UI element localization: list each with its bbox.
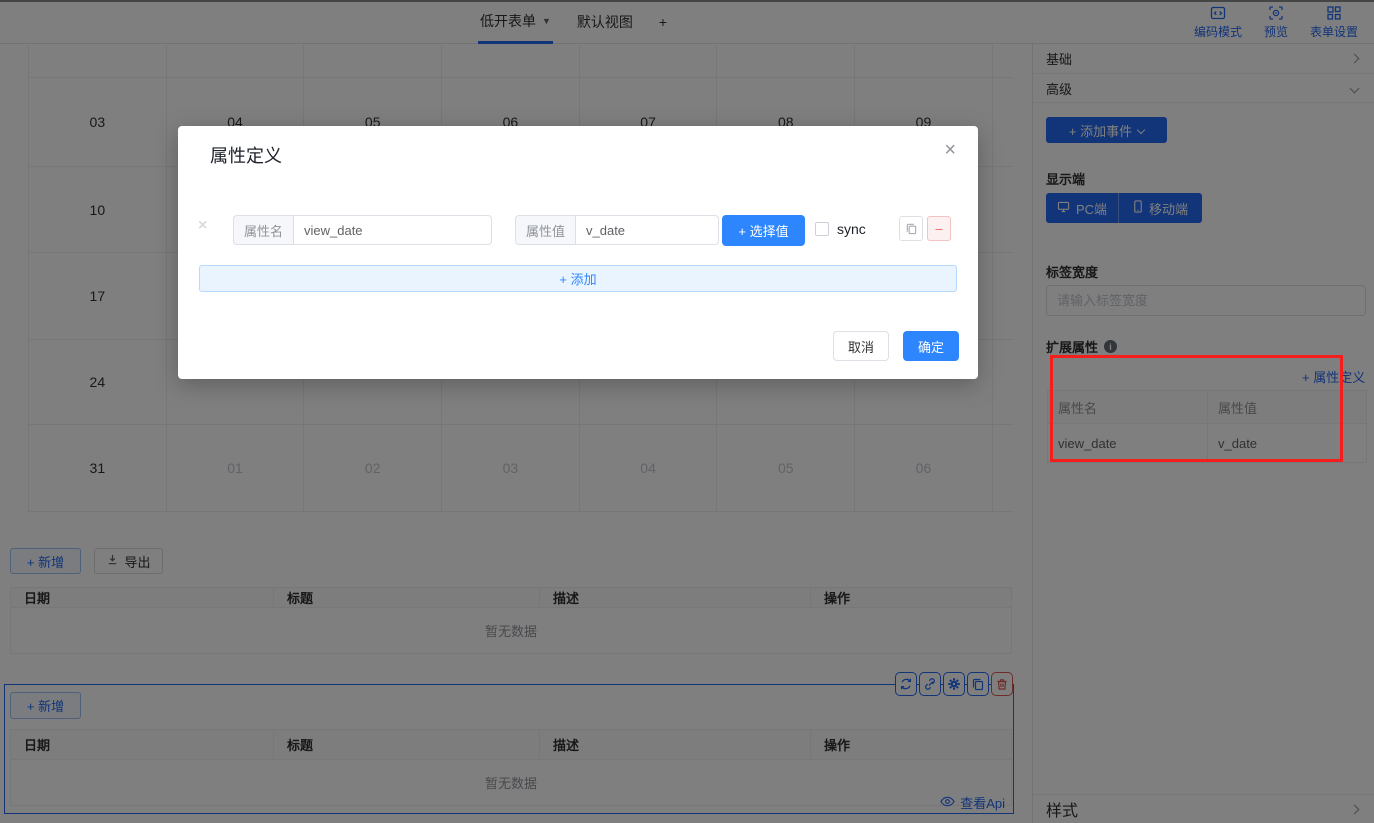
confirm-label: 确定 (918, 337, 944, 356)
select-value-label: + 选择值 (738, 221, 788, 240)
add-property-row-button[interactable]: + 添加 (199, 265, 957, 292)
remove-row-icon[interactable]: × (198, 217, 207, 235)
modal-overlay-mask (0, 0, 1374, 823)
select-value-button[interactable]: + 选择值 (722, 215, 805, 246)
prop-name-addon: 属性名 (233, 215, 293, 245)
prop-name-group: 属性名 (233, 215, 492, 245)
copy-row-button[interactable] (899, 216, 923, 241)
close-icon[interactable]: × (944, 140, 956, 160)
dialog-title: 属性定义 (210, 142, 282, 168)
confirm-button[interactable]: 确定 (903, 331, 959, 361)
sync-checkbox[interactable] (815, 222, 829, 236)
cancel-button[interactable]: 取消 (833, 331, 889, 361)
minus-icon: − (935, 221, 943, 237)
remove-row-button[interactable]: − (927, 216, 951, 241)
prop-value-group: 属性值 (515, 215, 719, 245)
sync-label: sync (837, 221, 866, 237)
prop-value-addon: 属性值 (515, 215, 575, 245)
property-definition-dialog: 属性定义 × × 属性名 属性值 + 选择值 sync − + 添加 (178, 126, 978, 379)
prop-name-input[interactable] (293, 215, 492, 245)
cancel-label: 取消 (848, 337, 874, 356)
add-property-row-label: + 添加 (559, 269, 596, 288)
prop-value-input[interactable] (575, 215, 719, 245)
app-screen: 低开表单 ▼ 默认视图 + 编码模式 (0, 0, 1374, 823)
